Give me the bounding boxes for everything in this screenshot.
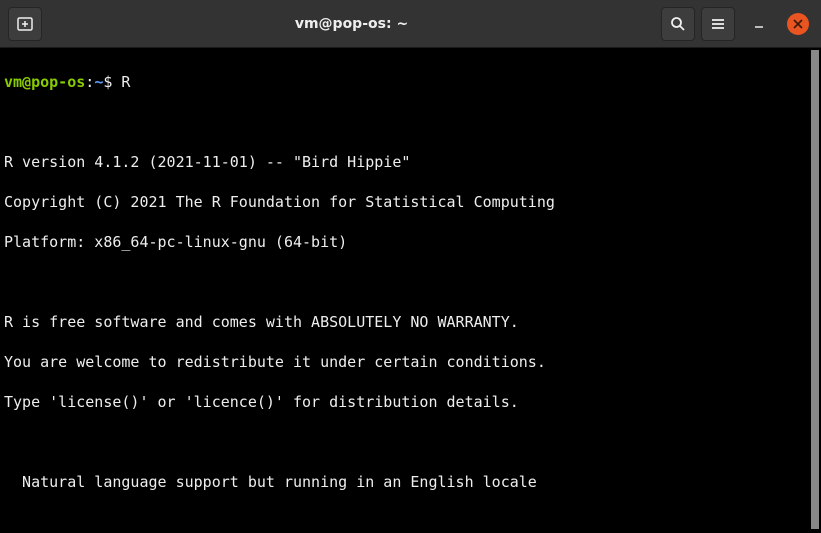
output-line: R is free software and comes with ABSOLU… <box>4 312 817 332</box>
new-tab-icon <box>16 15 34 33</box>
terminal-body[interactable]: vm@pop-os:~$ R R version 4.1.2 (2021-11-… <box>0 48 821 533</box>
search-button[interactable] <box>661 7 695 41</box>
output-line <box>4 432 817 452</box>
output-line: Type 'license()' or 'licence()' for dist… <box>4 392 817 412</box>
minimize-button[interactable] <box>747 12 771 36</box>
menu-button[interactable] <box>701 7 735 41</box>
output-line: Platform: x86_64-pc-linux-gnu (64-bit) <box>4 232 817 252</box>
prompt-line: vm@pop-os:~$ R <box>4 72 817 92</box>
entered-command: R <box>121 73 130 91</box>
output-line <box>4 272 817 292</box>
close-button[interactable] <box>787 13 809 35</box>
output-line: R version 4.1.2 (2021-11-01) -- "Bird Hi… <box>4 152 817 172</box>
new-tab-button[interactable] <box>8 7 42 41</box>
prompt-colon: : <box>85 73 94 91</box>
scrollbar[interactable] <box>811 50 819 529</box>
close-icon <box>793 19 803 29</box>
prompt-user-host: vm@pop-os <box>4 73 85 91</box>
titlebar: vm@pop-os: ~ <box>0 0 821 48</box>
output-line: Natural language support but running in … <box>4 472 817 492</box>
output-line <box>4 512 817 532</box>
window-title: vm@pop-os: ~ <box>48 16 655 32</box>
output-line: Copyright (C) 2021 The R Foundation for … <box>4 192 817 212</box>
prompt-dollar: $ <box>103 73 121 91</box>
minimize-icon <box>753 18 765 30</box>
output-line <box>4 112 817 132</box>
prompt-path: ~ <box>94 73 103 91</box>
hamburger-icon <box>710 16 726 32</box>
output-line: You are welcome to redistribute it under… <box>4 352 817 372</box>
search-icon <box>670 16 686 32</box>
